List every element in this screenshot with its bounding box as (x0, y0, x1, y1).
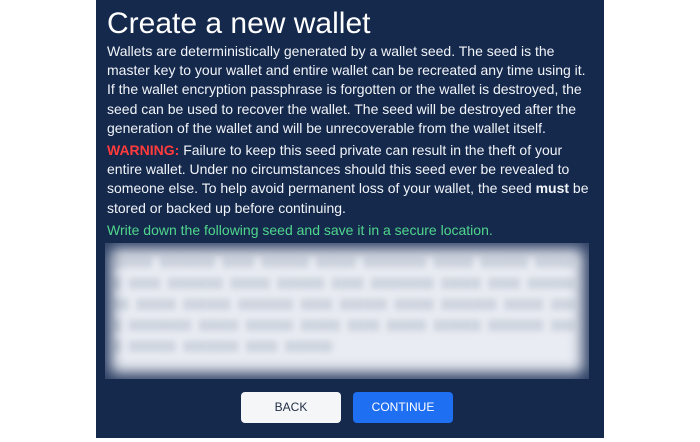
intro-text: Wallets are deterministically generated … (107, 43, 586, 136)
page-title: Create a new wallet (107, 7, 371, 40)
seed-text-obscured: ▆▆▆▆▆ ▆▆▆▆▆▆▆ ▆▆▆▆ ▆▆▆▆▆▆ ▆▆▆▆▆ ▆▆▆▆▆▆▆▆… (113, 254, 575, 353)
warning-text: WARNING: Failure to keep this seed priva… (107, 141, 597, 218)
warning-label: WARNING: (107, 142, 180, 158)
create-wallet-panel: Create a new wallet Wallets are determin… (96, 0, 604, 438)
continue-button[interactable]: CONTINUE (353, 392, 453, 423)
warning-emphasis: must (535, 180, 570, 197)
back-button[interactable]: BACK (241, 392, 341, 423)
seed-instruction: Write down the following seed and save i… (107, 222, 493, 238)
seed-display: ▆▆▆▆▆ ▆▆▆▆▆▆▆ ▆▆▆▆ ▆▆▆▆▆▆ ▆▆▆▆▆ ▆▆▆▆▆▆▆▆… (105, 243, 589, 379)
